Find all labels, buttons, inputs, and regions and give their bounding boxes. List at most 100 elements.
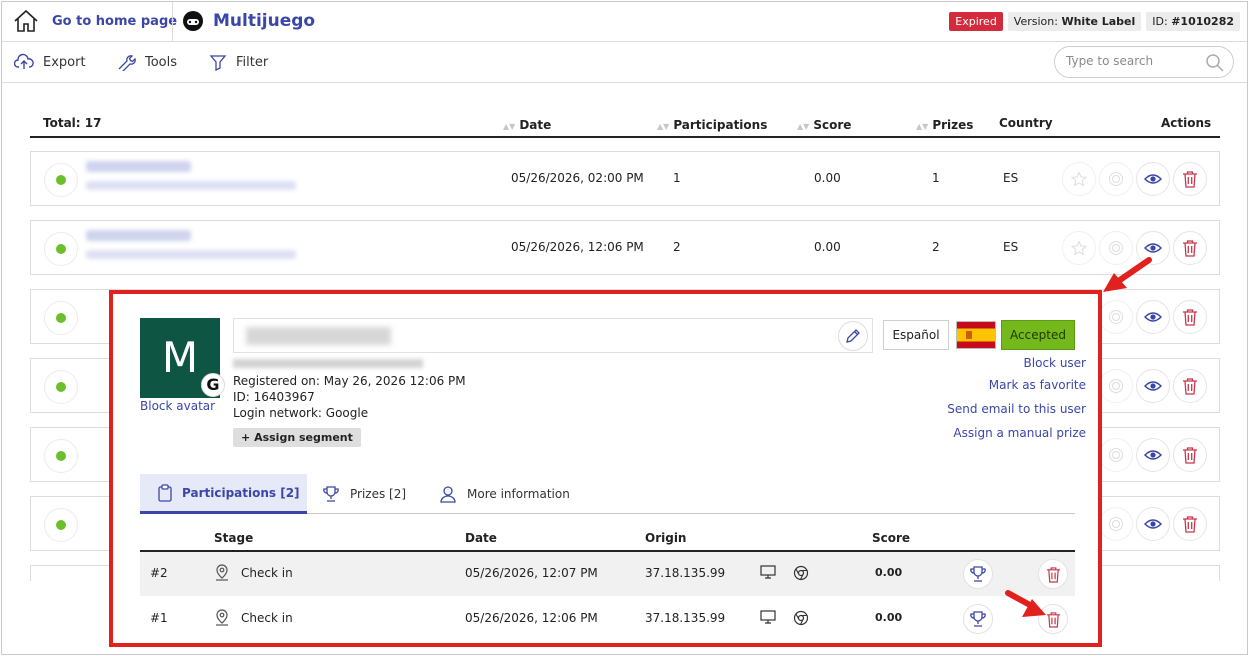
search-icon[interactable] xyxy=(1205,53,1225,73)
filter-label: Filter xyxy=(236,54,269,70)
chrome-icon xyxy=(793,565,809,581)
participation-stage: Check in xyxy=(241,611,293,625)
prize-button[interactable] xyxy=(963,604,993,634)
trash-icon xyxy=(1183,240,1197,257)
block-button[interactable] xyxy=(1099,507,1133,541)
participation-date: 05/26/2026, 12:06 PM xyxy=(465,611,598,625)
header-divider xyxy=(172,2,173,42)
status-indicator xyxy=(44,163,78,197)
score-column-header[interactable]: ▲▼ Score xyxy=(797,118,851,132)
row-score: 0.00 xyxy=(814,171,841,185)
id-badge: ID: #1010282 xyxy=(1146,12,1240,31)
sort-icon: ▲▼ xyxy=(797,122,810,131)
tools-label: Tools xyxy=(145,54,178,70)
delete-participation-button[interactable] xyxy=(1038,559,1068,589)
block-button[interactable] xyxy=(1099,369,1133,403)
block-button[interactable] xyxy=(1099,438,1133,472)
trophy-icon xyxy=(970,566,986,582)
block-button[interactable] xyxy=(1099,300,1133,334)
table-row[interactable]: 05/26/2026, 02:00 PM 1 0.00 1 ES xyxy=(30,151,1220,206)
score-header-label: Score xyxy=(813,118,852,132)
status-indicator xyxy=(44,301,78,335)
participation-row[interactable]: #1 Check in 05/26/2026, 12:06 PM 37.18.1… xyxy=(140,597,1075,641)
tab-prizes[interactable]: Prizes [2] xyxy=(322,474,406,514)
delete-button[interactable] xyxy=(1173,162,1207,196)
export-button[interactable]: Export xyxy=(14,52,86,72)
wrench-icon xyxy=(118,55,136,71)
home-link[interactable]: Go to home page xyxy=(12,9,177,33)
view-button[interactable] xyxy=(1136,300,1170,334)
delete-button[interactable] xyxy=(1173,231,1207,265)
participation-number: #2 xyxy=(150,566,168,580)
eye-icon xyxy=(1144,174,1162,184)
google-icon: G xyxy=(201,373,225,397)
user-name-field[interactable] xyxy=(233,318,873,353)
send-email-link[interactable]: Send email to this user xyxy=(947,402,1086,416)
app-name: Multijuego xyxy=(213,11,316,31)
tools-button[interactable]: Tools xyxy=(116,52,177,72)
cloud-upload-icon xyxy=(14,53,34,69)
tab-more-information[interactable]: More information xyxy=(439,474,570,514)
date-column-header[interactable]: ▲▼ Date xyxy=(503,118,551,132)
view-button[interactable] xyxy=(1136,438,1170,472)
filter-button[interactable]: Filter xyxy=(209,52,268,72)
participations-column-header[interactable]: ▲▼ Participations xyxy=(657,118,767,132)
view-button[interactable] xyxy=(1136,507,1170,541)
accepted-badge: Accepted xyxy=(1001,320,1075,350)
block-icon xyxy=(1109,517,1123,531)
delete-button[interactable] xyxy=(1173,369,1207,403)
participations-table-header: Stage Date Origin Score xyxy=(140,528,1075,552)
edit-name-button[interactable] xyxy=(838,321,868,351)
eye-icon xyxy=(1144,519,1162,529)
participation-number: #1 xyxy=(150,611,168,625)
spain-flag-icon xyxy=(956,321,996,349)
desktop-icon xyxy=(760,565,776,579)
search-input[interactable] xyxy=(1066,54,1206,68)
mark-favorite-link[interactable]: Mark as favorite xyxy=(989,378,1086,392)
favorite-button[interactable] xyxy=(1062,162,1096,196)
prizes-column-header[interactable]: ▲▼ Prizes xyxy=(916,118,973,132)
eye-icon xyxy=(1144,243,1162,253)
top-header: Go to home page Multijuego Expired Versi… xyxy=(2,2,1247,42)
version-badge: Version: White Label xyxy=(1007,12,1142,31)
blurred-user-email xyxy=(86,250,296,259)
country-column-header: Country xyxy=(999,116,1053,130)
prizes-header-label: Prizes xyxy=(932,118,974,132)
row-participations: 1 xyxy=(673,171,681,185)
participation-row[interactable]: #2 Check in 05/26/2026, 12:07 PM 37.18.1… xyxy=(140,552,1075,596)
home-icon xyxy=(14,9,38,32)
delete-button[interactable] xyxy=(1173,300,1207,334)
chrome-icon xyxy=(793,610,809,626)
user-icon xyxy=(440,486,456,503)
status-indicator xyxy=(44,439,78,473)
tab-prizes-label: Prizes [2] xyxy=(350,487,407,501)
status-indicator xyxy=(44,370,78,404)
view-button[interactable] xyxy=(1136,369,1170,403)
block-icon xyxy=(1109,172,1123,186)
trash-icon xyxy=(1046,566,1060,583)
plus-icon: + xyxy=(241,431,251,444)
table-row[interactable]: 05/26/2026, 12:06 PM 2 0.00 2 ES xyxy=(30,220,1220,275)
version-value: White Label xyxy=(1061,15,1136,28)
participation-origin: 37.18.135.99 xyxy=(645,611,726,625)
export-label: Export xyxy=(43,54,86,70)
favorite-button[interactable] xyxy=(1062,231,1096,265)
block-user-link[interactable]: Block user xyxy=(1024,356,1086,370)
tab-participations-label: Participations [2] xyxy=(182,485,300,500)
app-window: Go to home page Multijuego Expired Versi… xyxy=(1,1,1248,655)
delete-button[interactable] xyxy=(1173,438,1207,472)
annotation-arrow-icon xyxy=(1005,590,1046,617)
view-button[interactable] xyxy=(1136,162,1170,196)
row-participations: 2 xyxy=(673,240,681,254)
tab-participations[interactable]: Participations [2] xyxy=(140,474,307,514)
assign-segment-button[interactable]: + Assign segment xyxy=(233,428,361,447)
assign-prize-link[interactable]: Assign a manual prize xyxy=(953,426,1086,440)
search-box[interactable] xyxy=(1054,46,1234,78)
prize-button[interactable] xyxy=(963,559,993,589)
row-date: 05/26/2026, 12:06 PM xyxy=(511,240,644,254)
block-avatar-link[interactable]: Block avatar xyxy=(140,399,215,413)
block-button[interactable] xyxy=(1099,162,1133,196)
participants-table-header: Total: 17 ▲▼ Date ▲▼ Participations ▲▼ Scor… xyxy=(30,112,1220,138)
delete-button[interactable] xyxy=(1173,507,1207,541)
toolbar: Export Tools Filter xyxy=(2,42,1247,83)
